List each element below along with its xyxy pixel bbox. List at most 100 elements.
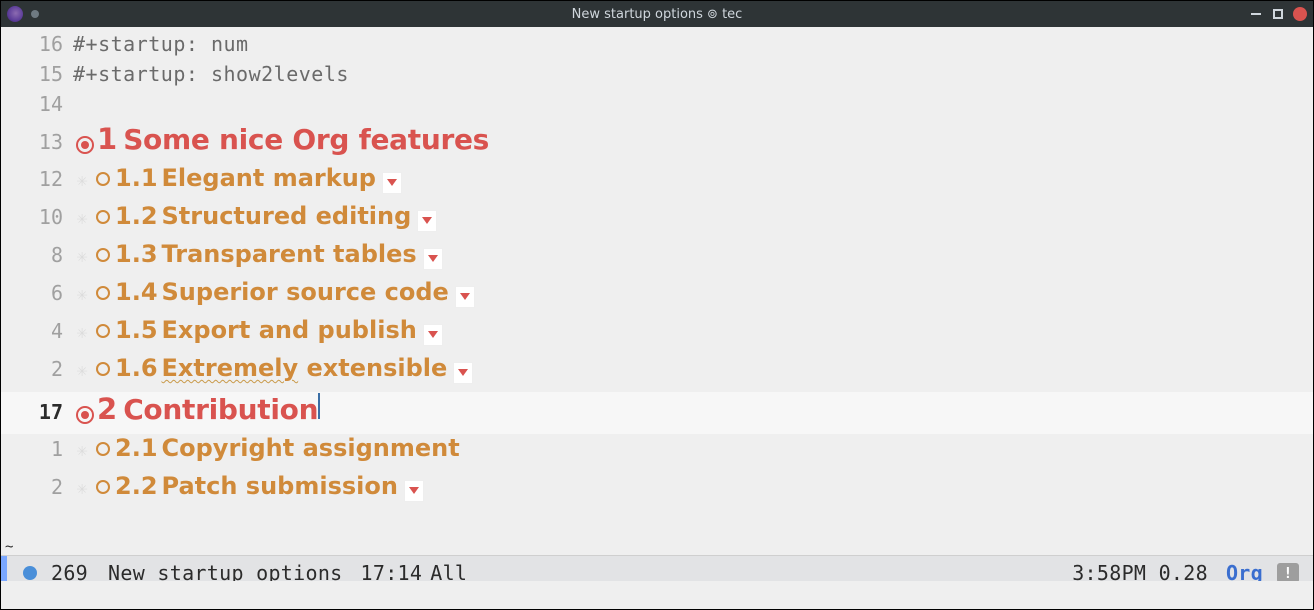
org-heading-2[interactable]: 10✳ 1.2Structured editing <box>1 202 1313 240</box>
heading-star-dim-icon: ✳ <box>73 208 91 229</box>
fold-indicator-icon[interactable] <box>417 210 437 232</box>
heading-number: 1.1 <box>115 164 158 192</box>
fold-indicator-icon[interactable] <box>423 248 443 270</box>
line-number: 8 <box>1 243 73 267</box>
heading-number: 1.4 <box>115 278 158 306</box>
heading-number: 1.2 <box>115 202 158 230</box>
line-number: 14 <box>1 92 73 116</box>
mode-line-state-icon <box>23 566 37 580</box>
heading-text: Extremely extensible <box>162 354 448 382</box>
org-heading-2[interactable]: 12✳ 1.1Elegant markup <box>1 164 1313 202</box>
line-content[interactable]: 2Contribution <box>73 392 1305 426</box>
heading-bullet-icon[interactable] <box>91 362 115 376</box>
heading-star-dim-icon: ✳ <box>73 478 91 499</box>
heading-star-dim-icon: ✳ <box>73 246 91 267</box>
heading-text: Contribution <box>123 393 318 426</box>
line-number: 1 <box>1 437 73 461</box>
heading-bullet-icon[interactable] <box>91 248 115 262</box>
keyword-text: #+startup: show2levels <box>73 62 349 86</box>
line-content[interactable]: ✳ 2.2Patch submission <box>73 472 1305 502</box>
line-content[interactable]: ✳ 1.4Superior source code <box>73 278 1305 308</box>
line-number: 17 <box>1 400 73 424</box>
heading-text: Structured editing <box>162 202 412 230</box>
heading-text: Some nice Org features <box>123 123 489 156</box>
fold-indicator-icon[interactable] <box>453 362 473 384</box>
line-content[interactable]: #+startup: show2levels <box>73 62 1305 86</box>
heading-text: Superior source code <box>162 278 449 306</box>
heading-number: 1.5 <box>115 316 158 344</box>
editor-area[interactable]: 16#+startup: num15#+startup: show2levels… <box>1 27 1313 609</box>
heading-bullet-icon[interactable] <box>73 406 97 424</box>
heading-bullet-icon[interactable] <box>91 172 115 186</box>
heading-bullet-icon[interactable] <box>91 480 115 494</box>
blank-line[interactable]: 14 <box>1 92 1313 122</box>
window: New startup options ⊚ tec 16#+startup: n… <box>0 0 1314 610</box>
minimize-button[interactable] <box>1249 7 1263 21</box>
title-bar[interactable]: New startup options ⊚ tec <box>1 1 1313 27</box>
end-of-buffer-tilde: ~ <box>5 539 13 555</box>
line-number: 6 <box>1 281 73 305</box>
line-number: 16 <box>1 32 73 56</box>
heading-bullet-icon[interactable] <box>91 286 115 300</box>
title-bar-right <box>1249 7 1307 21</box>
fold-indicator-icon[interactable] <box>382 172 402 194</box>
org-heading-2[interactable]: 2✳ 2.2Patch submission <box>1 472 1313 510</box>
title-bar-dot-icon <box>31 10 39 18</box>
maximize-button[interactable] <box>1273 9 1283 19</box>
text-cursor <box>318 393 320 419</box>
fold-indicator-icon[interactable] <box>455 286 475 308</box>
line-content[interactable]: ✳ 1.3Transparent tables <box>73 240 1305 270</box>
fold-indicator-icon[interactable] <box>423 324 443 346</box>
line-content[interactable]: ✳ 1.1Elegant markup <box>73 164 1305 194</box>
heading-text: Transparent tables <box>162 240 417 268</box>
line-content[interactable]: ✳ 1.6Extremely extensible <box>73 354 1305 384</box>
heading-number: 2.1 <box>115 434 158 462</box>
line-number: 15 <box>1 62 73 86</box>
org-keyword-line[interactable]: 15#+startup: show2levels <box>1 62 1313 92</box>
org-heading-2[interactable]: 4✳ 1.5Export and publish <box>1 316 1313 354</box>
org-heading-1[interactable]: 172Contribution <box>1 392 1313 434</box>
line-number: 2 <box>1 357 73 381</box>
org-heading-2[interactable]: 1✳ 2.1Copyright assignment <box>1 434 1313 472</box>
heading-number: 1.6 <box>115 354 158 382</box>
mode-line-warning-icon[interactable]: ! <box>1277 563 1299 583</box>
org-heading-2[interactable]: 2✳ 1.6Extremely extensible <box>1 354 1313 392</box>
title-bar-left <box>7 6 39 22</box>
heading-star-dim-icon: ✳ <box>73 360 91 381</box>
fold-indicator-icon[interactable] <box>404 480 424 502</box>
heading-text: Elegant markup <box>162 164 376 192</box>
heading-text: Patch submission <box>162 472 398 500</box>
line-number: 4 <box>1 319 73 343</box>
org-heading-2[interactable]: 6✳ 1.4Superior source code <box>1 278 1313 316</box>
heading-number: 2.2 <box>115 472 158 500</box>
org-heading-2[interactable]: 8✳ 1.3Transparent tables <box>1 240 1313 278</box>
heading-text: Export and publish <box>162 316 417 344</box>
line-number: 12 <box>1 167 73 191</box>
line-number: 2 <box>1 475 73 499</box>
close-button[interactable] <box>1293 7 1307 21</box>
heading-bullet-icon[interactable] <box>91 324 115 338</box>
heading-star-dim-icon: ✳ <box>73 170 91 191</box>
heading-bullet-icon[interactable] <box>91 210 115 224</box>
line-content[interactable]: #+startup: num <box>73 32 1305 56</box>
line-content[interactable]: ✳ 2.1Copyright assignment <box>73 434 1305 462</box>
heading-star-dim-icon: ✳ <box>73 440 91 461</box>
heading-number: 1 <box>97 122 117 156</box>
line-content[interactable]: ✳ 1.5Export and publish <box>73 316 1305 346</box>
line-content[interactable]: 1Some nice Org features <box>73 122 1305 156</box>
emacs-logo-icon <box>7 6 23 22</box>
heading-star-dim-icon: ✳ <box>73 284 91 305</box>
window-title: New startup options ⊚ tec <box>1 7 1313 22</box>
line-number: 10 <box>1 205 73 229</box>
heading-number: 1.3 <box>115 240 158 268</box>
org-heading-1[interactable]: 131Some nice Org features <box>1 122 1313 164</box>
heading-text: Copyright assignment <box>162 434 460 462</box>
echo-area <box>1 581 1313 609</box>
org-keyword-line[interactable]: 16#+startup: num <box>1 32 1313 62</box>
heading-number: 2 <box>97 392 117 426</box>
heading-bullet-icon[interactable] <box>91 442 115 456</box>
keyword-text: #+startup: num <box>73 32 249 56</box>
line-content[interactable]: ✳ 1.2Structured editing <box>73 202 1305 232</box>
heading-bullet-icon[interactable] <box>73 136 97 154</box>
heading-star-dim-icon: ✳ <box>73 322 91 343</box>
